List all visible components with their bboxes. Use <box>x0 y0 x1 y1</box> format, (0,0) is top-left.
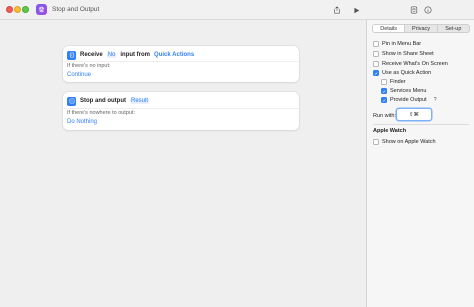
help-icon[interactable]: ? <box>432 97 439 104</box>
show-on-apple-watch-label: Show on Apple Watch <box>382 139 436 145</box>
tab-details[interactable]: Details <box>373 25 406 32</box>
receive-action-header: Receive No input from Quick Actions <box>67 50 194 60</box>
window-title: Stop and Output <box>52 6 100 13</box>
run-button[interactable] <box>350 4 362 16</box>
receive-action-text: input from <box>120 52 151 58</box>
option-provide-output[interactable]: Provide Output ? <box>381 96 439 104</box>
no-input-label: If there's no input: <box>67 63 111 69</box>
keyboard-shortcut-field[interactable]: ⇧⌘ <box>397 109 431 120</box>
receive-action-icon <box>67 50 76 60</box>
option-pin-in-menu-bar[interactable]: Pin in Menu Bar <box>373 40 421 48</box>
checkmark-icon <box>382 98 386 102</box>
services-menu-checkbox[interactable] <box>381 88 387 94</box>
result-token[interactable]: Result <box>130 98 150 104</box>
finder-label: Finder <box>390 79 406 85</box>
stop-and-output-header: Stop and output Result <box>67 96 150 106</box>
input-source-token[interactable]: Quick Actions <box>154 52 194 58</box>
action-library-button[interactable] <box>408 4 420 16</box>
zoom-window-button[interactable] <box>22 6 29 13</box>
pin-in-menu-bar-label: Pin in Menu Bar <box>382 41 422 47</box>
apple-watch-heading: Apple Watch <box>373 128 407 134</box>
option-finder[interactable]: Finder <box>381 78 406 86</box>
library-icon <box>410 6 418 14</box>
minimize-window-button[interactable] <box>14 6 21 13</box>
share-icon <box>334 6 340 14</box>
stop-and-output-action-card[interactable]: Stop and output Result If there's nowher… <box>63 92 299 130</box>
tab-set-up[interactable]: Set-up <box>438 25 469 32</box>
show-on-apple-watch-checkbox[interactable] <box>373 139 379 145</box>
play-icon <box>353 7 359 13</box>
no-input-option-link[interactable]: Continue <box>67 72 91 78</box>
info-icon <box>424 6 432 14</box>
nowhere-option-link[interactable]: Do Nothing <box>67 119 97 125</box>
checkmark-icon <box>382 89 386 93</box>
shortcut-editor-canvas: Receive No input from Quick Actions If t… <box>0 20 366 307</box>
use-as-quick-action-checkbox[interactable] <box>373 70 379 76</box>
option-services-menu[interactable]: Services Menu <box>381 87 426 95</box>
receive-whats-on-screen-checkbox[interactable] <box>373 61 379 67</box>
tab-privacy[interactable]: Privacy <box>405 25 438 32</box>
stop-and-output-name: Stop and output <box>80 98 126 104</box>
shortcuts-app-icon <box>36 4 47 15</box>
services-menu-label: Services Menu <box>390 88 427 94</box>
show-in-share-sheet-checkbox[interactable] <box>373 51 379 57</box>
checkmark-icon <box>374 71 378 75</box>
receive-action-name: Receive <box>80 52 103 58</box>
nowhere-to-output-label: If there's nowhere to output: <box>67 110 136 116</box>
show-in-share-sheet-label: Show in Share Sheet <box>382 51 434 57</box>
inspector-tabs: Details Privacy Set-up <box>372 24 470 33</box>
pin-in-menu-bar-checkbox[interactable] <box>373 41 379 47</box>
option-show-on-apple-watch[interactable]: Show on Apple Watch <box>373 138 436 146</box>
provide-output-label: Provide Output <box>390 97 427 103</box>
option-use-as-quick-action[interactable]: Use as Quick Action <box>373 69 431 77</box>
provide-output-checkbox[interactable] <box>381 97 387 103</box>
receive-action-card[interactable]: Receive No input from Quick Actions If t… <box>63 46 299 82</box>
receive-card-divider <box>63 61 299 62</box>
use-as-quick-action-label: Use as Quick Action <box>382 70 432 76</box>
details-inspector: Details Privacy Set-up Pin in Menu Bar S… <box>366 20 474 307</box>
title-bar: Stop and Output <box>0 0 474 20</box>
stop-card-divider <box>63 108 299 109</box>
receive-whats-on-screen-label: Receive What's On Screen <box>382 61 448 67</box>
input-type-token[interactable]: No <box>106 52 117 58</box>
stop-and-output-icon <box>67 96 76 106</box>
option-show-in-share-sheet[interactable]: Show in Share Sheet <box>373 50 434 58</box>
option-receive-whats-on-screen[interactable]: Receive What's On Screen <box>373 60 448 68</box>
details-button[interactable] <box>422 4 434 16</box>
close-window-button[interactable] <box>6 6 13 13</box>
share-button[interactable] <box>331 4 343 16</box>
run-with-label: Run with: <box>373 113 396 119</box>
section-divider <box>373 124 469 125</box>
finder-checkbox[interactable] <box>381 79 387 85</box>
